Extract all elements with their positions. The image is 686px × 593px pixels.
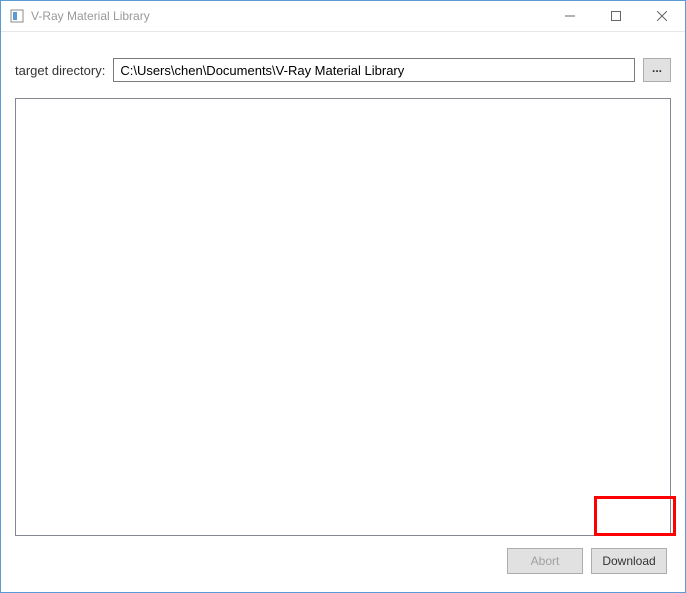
abort-button: Abort <box>507 548 583 574</box>
target-directory-input[interactable] <box>113 58 635 82</box>
window-title: V-Ray Material Library <box>31 9 547 23</box>
action-buttons: Abort Download <box>15 548 671 574</box>
app-icon <box>9 8 25 24</box>
download-button[interactable]: Download <box>591 548 667 574</box>
target-directory-row: target directory: ... <box>15 58 671 82</box>
app-window: V-Ray Material Library target directory:… <box>0 0 686 593</box>
log-panel <box>15 98 671 536</box>
target-directory-label: target directory: <box>15 63 105 78</box>
content-area: target directory: ... Abort Download <box>1 32 685 592</box>
close-button[interactable] <box>639 1 685 31</box>
window-controls <box>547 1 685 31</box>
minimize-button[interactable] <box>547 1 593 31</box>
maximize-button[interactable] <box>593 1 639 31</box>
titlebar: V-Ray Material Library <box>1 1 685 32</box>
browse-button[interactable]: ... <box>643 58 671 82</box>
